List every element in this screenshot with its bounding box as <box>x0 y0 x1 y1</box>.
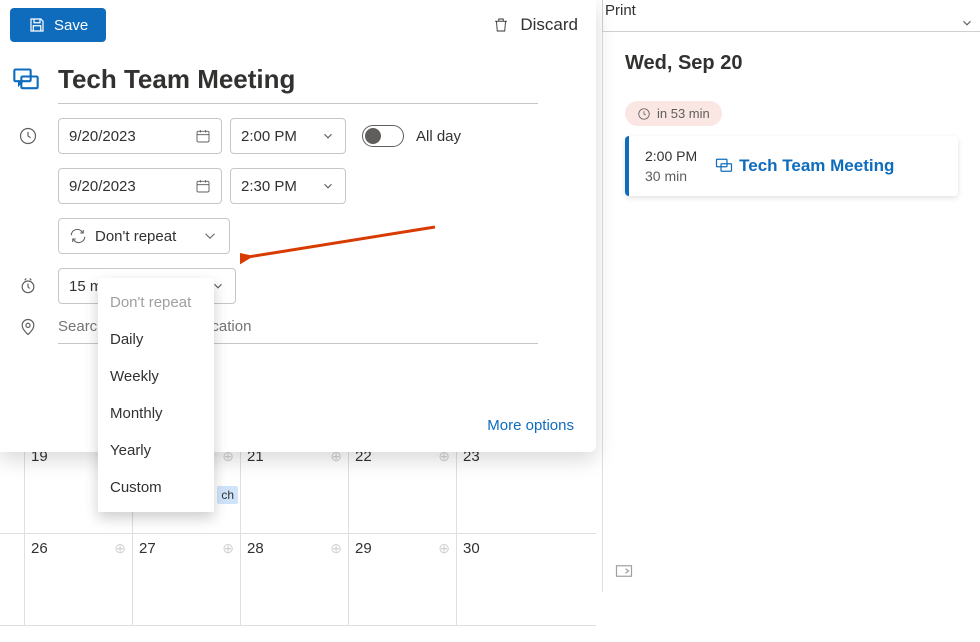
add-event-icon[interactable]: ⊕ <box>330 540 342 557</box>
event-title-input[interactable] <box>58 64 538 95</box>
repeat-icon <box>69 227 87 245</box>
chat-icon <box>12 66 40 94</box>
event-editor-panel: Save Discard 9/20/2023 2:00 PM All day <box>0 0 596 452</box>
calendar-day-cell[interactable]: 30 <box>456 534 564 625</box>
repeat-option-daily[interactable]: Daily <box>98 321 214 358</box>
calendar-day-cell[interactable]: 26⊕ <box>24 534 132 625</box>
save-icon <box>28 16 46 34</box>
repeat-option-monthly[interactable]: Monthly <box>98 395 214 432</box>
calendar-day-cell[interactable]: 23 <box>456 442 564 533</box>
countdown-badge: in 53 min <box>625 101 722 126</box>
start-time-field[interactable]: 2:00 PM <box>230 118 346 154</box>
save-button-label: Save <box>54 17 88 34</box>
chevron-down-icon <box>960 16 974 30</box>
countdown-text: in 53 min <box>657 106 710 121</box>
event-chip[interactable]: ch <box>217 486 238 504</box>
preview-event-card[interactable]: 2:00 PM 30 min Tech Team Meeting <box>625 136 958 196</box>
preview-date-heading: Wed, Sep 20 <box>625 52 958 75</box>
clock-icon <box>18 126 38 146</box>
end-time-field[interactable]: 2:30 PM <box>230 168 346 204</box>
start-date-value: 9/20/2023 <box>69 128 136 145</box>
calendar-grid: 19⊕ ⊕ch 21⊕ 22⊕ 23 26⊕ 27⊕ 28⊕ 29⊕ 30 <box>0 442 596 642</box>
calendar-icon <box>195 178 211 194</box>
print-label: Print <box>605 2 636 19</box>
repeat-option-yearly[interactable]: Yearly <box>98 432 214 469</box>
repeat-option-dont-repeat[interactable]: Don't repeat <box>98 284 214 321</box>
start-time-value: 2:00 PM <box>241 128 297 145</box>
calendar-day-cell[interactable]: 29⊕ <box>348 534 456 625</box>
save-button[interactable]: Save <box>10 8 106 42</box>
start-date-field[interactable]: 9/20/2023 <box>58 118 222 154</box>
repeat-dropdown-menu: Don't repeat Daily Weekly Monthly Yearly… <box>98 278 214 512</box>
end-time-value: 2:30 PM <box>241 178 297 195</box>
calendar-day-cell[interactable]: 22⊕ <box>348 442 456 533</box>
discard-button[interactable]: Discard <box>492 15 578 35</box>
chevron-down-icon <box>321 129 335 143</box>
all-day-label: All day <box>416 128 461 145</box>
expand-icon[interactable] <box>615 564 633 578</box>
end-date-value: 9/20/2023 <box>69 178 136 195</box>
add-event-icon[interactable]: ⊕ <box>114 540 126 557</box>
chevron-down-icon <box>321 179 335 193</box>
repeat-option-custom[interactable]: Custom <box>98 469 214 506</box>
repeat-dropdown[interactable]: Don't repeat <box>58 218 230 254</box>
discard-label: Discard <box>520 15 578 35</box>
preview-event-time: 2:00 PM 30 min <box>645 148 697 184</box>
trash-icon <box>492 15 510 35</box>
chat-icon <box>715 157 733 175</box>
preview-event-title: Tech Team Meeting <box>715 156 894 176</box>
repeat-option-weekly[interactable]: Weekly <box>98 358 214 395</box>
calendar-day-cell[interactable]: 21⊕ <box>240 442 348 533</box>
print-menu-item[interactable]: Print <box>602 0 980 32</box>
chevron-down-icon <box>201 227 219 245</box>
add-event-icon[interactable]: ⊕ <box>222 540 234 557</box>
add-event-icon[interactable]: ⊕ <box>438 540 450 557</box>
clock-icon <box>637 107 651 121</box>
more-options-link[interactable]: More options <box>487 417 574 434</box>
day-preview-column: Print Wed, Sep 20 in 53 min 2:00 PM 30 m… <box>602 0 980 642</box>
bell-icon <box>18 276 38 296</box>
repeat-value: Don't repeat <box>95 228 176 245</box>
calendar-day-cell[interactable]: 28⊕ <box>240 534 348 625</box>
location-icon <box>18 317 38 337</box>
all-day-toggle[interactable] <box>362 125 404 147</box>
calendar-icon <box>195 128 211 144</box>
calendar-day-cell[interactable]: 27⊕ <box>132 534 240 625</box>
end-date-field[interactable]: 9/20/2023 <box>58 168 222 204</box>
